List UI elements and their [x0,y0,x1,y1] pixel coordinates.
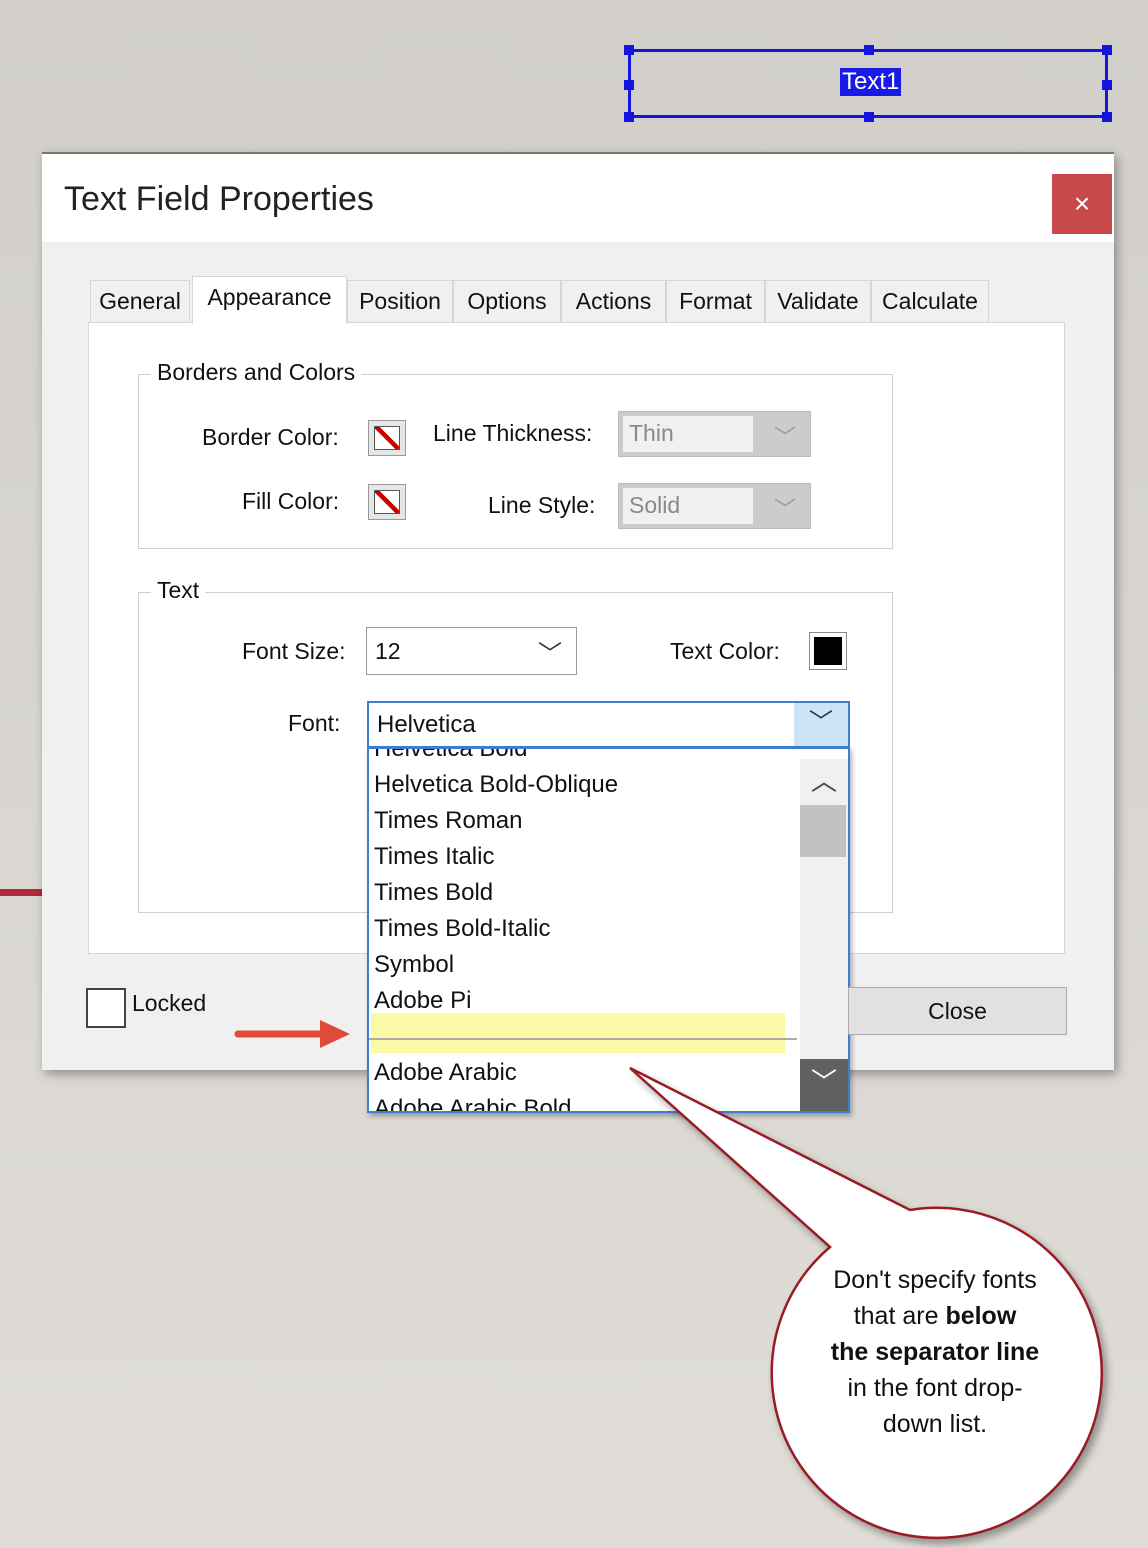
callout-text: Don't specify fonts that are below the s… [775,1262,1095,1442]
callout-line: down list. [882,1410,988,1438]
callout-line: in the font drop- [847,1374,1023,1402]
callout-line: that are below [775,1298,1095,1334]
callout-bold: below [945,1302,1017,1330]
callout-bold: the separator line [830,1338,1040,1366]
tab-appearance[interactable]: Appearance [192,276,347,324]
callout-line: Don't specify fonts [833,1266,1037,1294]
callout-text-part: that are [853,1302,946,1330]
callout-line: the separator line [775,1334,1095,1370]
red-arrow-icon [234,1020,350,1048]
